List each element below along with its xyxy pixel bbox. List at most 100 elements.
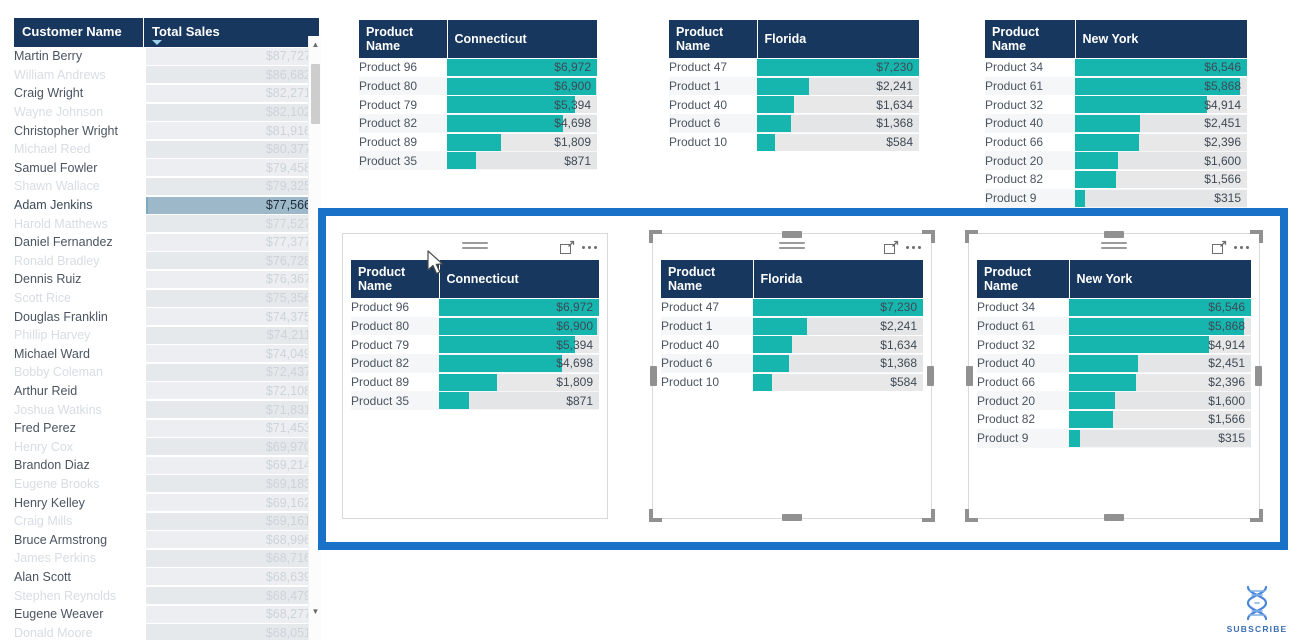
column-header-state[interactable]: Florida — [753, 260, 923, 298]
customer-row[interactable]: Phillip Harvey $74,211 — [14, 326, 319, 345]
customer-row[interactable]: Craig Wright $82,271 — [14, 84, 319, 103]
customer-row[interactable]: Donald Moore $68,051 — [14, 623, 319, 640]
table-row[interactable]: Product 20 $1,600 — [977, 391, 1251, 411]
table-row[interactable]: Product 79 $5,394 — [351, 335, 599, 354]
table-row[interactable]: Product 34 $6,546 — [977, 298, 1251, 317]
table-row[interactable]: Product 32 $4,914 — [977, 335, 1251, 354]
column-header-state[interactable]: Connecticut — [439, 260, 599, 298]
customer-row[interactable]: William Andrews $86,682 — [14, 66, 319, 85]
table-row[interactable]: Product 89 $1,809 — [351, 373, 599, 392]
resize-handle-top-center[interactable] — [1104, 231, 1124, 238]
table-row[interactable]: Product 40 $1,634 — [661, 335, 923, 354]
scroll-up-icon[interactable]: ▲ — [309, 38, 322, 51]
table-row[interactable]: Product 6 $1,368 — [669, 114, 919, 133]
table-row[interactable]: Product 61 $5,868 — [977, 316, 1251, 336]
table-row[interactable]: Product 1 $2,241 — [661, 316, 923, 336]
customer-row[interactable]: Joshua Watkins $71,831 — [14, 400, 319, 419]
table-row[interactable]: Product 96 $6,972 — [359, 58, 597, 77]
table-row[interactable]: Product 10 $584 — [669, 133, 919, 152]
customer-row[interactable]: Henry Kelley $69,162 — [14, 493, 319, 512]
table-row[interactable]: Product 47 $7,230 — [661, 298, 923, 317]
resize-handle-bottom-right[interactable] — [1250, 509, 1263, 522]
column-header-product-name[interactable]: Product Name — [359, 20, 448, 58]
customer-row[interactable]: Henry Cox $69,970 — [14, 437, 319, 456]
customer-row[interactable]: Stephen Reynolds $68,479 — [14, 586, 319, 605]
table-row[interactable]: Product 82 $1,566 — [977, 410, 1251, 429]
customer-row[interactable]: Craig Mills $69,161 — [14, 512, 319, 531]
table-row[interactable]: Product 40 $1,634 — [669, 95, 919, 114]
table-row[interactable]: Product 20 $1,600 — [985, 151, 1247, 171]
customer-row[interactable]: Harold Matthews $77,527 — [14, 214, 319, 233]
florida-visual-container[interactable]: Product Name Florida Product 47 $7,230 Pro… — [649, 230, 935, 522]
customer-row[interactable]: Douglas Franklin $74,375 — [14, 307, 319, 326]
visual-header[interactable] — [343, 234, 607, 260]
table-row[interactable]: Product 34 $6,546 — [985, 58, 1247, 77]
table-row[interactable]: Product 89 $1,809 — [359, 133, 597, 152]
customer-row[interactable]: James Perkins $68,716 — [14, 549, 319, 568]
customer-row[interactable]: Samuel Fowler $79,458 — [14, 159, 319, 178]
resize-handle-bottom-left[interactable] — [965, 509, 978, 522]
customer-row[interactable]: Wayne Johnson $82,102 — [14, 103, 319, 122]
newyork-table-visual-top[interactable]: Product Name New York Product 34 $6,546 Pr… — [985, 20, 1247, 208]
column-header-product-name[interactable]: Product Name — [351, 260, 440, 298]
table-row[interactable]: Product 35 $871 — [351, 391, 599, 411]
customer-row[interactable]: Bobby Coleman $72,437 — [14, 363, 319, 382]
customer-row[interactable]: Fred Perez $71,453 — [14, 419, 319, 438]
column-header-product-name[interactable]: Product Name — [661, 260, 754, 298]
table-row[interactable]: Product 82 $4,698 — [351, 354, 599, 373]
table-row[interactable]: Product 6 $1,368 — [661, 354, 923, 373]
column-header-total-sales[interactable]: Total Sales — [143, 18, 319, 47]
column-header-product-name[interactable]: Product Name — [669, 20, 758, 58]
table-row[interactable]: Product 80 $6,900 — [351, 316, 599, 336]
customer-row[interactable]: Shawn Wallace $79,325 — [14, 177, 319, 196]
table-row[interactable]: Product 96 $6,972 — [351, 298, 599, 317]
column-header-state[interactable]: New York — [1075, 20, 1247, 58]
table-row[interactable]: Product 32 $4,914 — [985, 95, 1247, 114]
customer-row[interactable]: Eugene Brooks $69,183 — [14, 475, 319, 494]
table-row[interactable]: Product 82 $4,698 — [359, 114, 597, 133]
table-row[interactable]: Product 40 $2,451 — [985, 114, 1247, 133]
customer-row[interactable]: Christopher Wright $81,916 — [14, 121, 319, 140]
resize-handle-bottom-center[interactable] — [1104, 514, 1124, 521]
focus-mode-icon[interactable] — [556, 236, 578, 258]
table-row[interactable]: Product 61 $5,868 — [985, 76, 1247, 96]
resize-handle-bottom-right[interactable] — [922, 509, 935, 522]
column-header-state[interactable]: Connecticut — [447, 20, 597, 58]
customer-row[interactable]: Eugene Weaver $68,277 — [14, 605, 319, 624]
more-options-icon[interactable] — [902, 236, 924, 258]
focus-mode-icon[interactable] — [880, 236, 902, 258]
scrollbar-thumb[interactable] — [311, 64, 320, 124]
customer-row[interactable]: Ronald Bradley $76,728 — [14, 252, 319, 271]
customer-row[interactable]: Daniel Fernandez $77,377 — [14, 233, 319, 252]
resize-handle-bottom-left[interactable] — [649, 509, 662, 522]
table-row[interactable]: Product 66 $2,396 — [977, 373, 1251, 392]
table-row[interactable]: Product 9 $315 — [977, 428, 1251, 448]
connecticut-table-visual-top[interactable]: Product Name Connecticut Product 96 $6,97… — [359, 20, 597, 171]
focus-mode-icon[interactable] — [1208, 236, 1230, 258]
table-row[interactable]: Product 47 $7,230 — [669, 58, 919, 77]
drag-handle-icon[interactable] — [1101, 242, 1127, 250]
newyork-visual-container[interactable]: Product Name New York Product 34 $6,546 Pr… — [965, 230, 1263, 522]
customer-row[interactable]: Arthur Reid $72,108 — [14, 382, 319, 401]
resize-handle-middle-left[interactable] — [966, 366, 973, 386]
florida-table-visual-top[interactable]: Product Name Florida Product 47 $7,230 Pro… — [669, 20, 919, 152]
table-row[interactable]: Product 80 $6,900 — [359, 76, 597, 96]
drag-handle-icon[interactable] — [779, 242, 805, 250]
column-header-product-name[interactable]: Product Name — [977, 260, 1070, 298]
customer-row[interactable]: Michael Ward $74,049 — [14, 345, 319, 364]
table-row[interactable]: Product 82 $1,566 — [985, 170, 1247, 189]
resize-handle-middle-right[interactable] — [1255, 366, 1262, 386]
customer-row-selected[interactable]: Adam Jenkins $77,566 — [14, 196, 319, 215]
more-options-icon[interactable] — [578, 236, 600, 258]
table-row[interactable]: Product 1 $2,241 — [669, 76, 919, 96]
customer-row[interactable]: Bruce Armstrong $68,996 — [14, 530, 319, 549]
customer-sales-table-visual[interactable]: Customer Name Total Sales Martin Berry $8… — [14, 18, 322, 640]
table-row[interactable]: Product 66 $2,396 — [985, 133, 1247, 152]
column-header-customer-name[interactable]: Customer Name — [14, 18, 145, 47]
customer-row[interactable]: Scott Rice $75,356 — [14, 289, 319, 308]
customer-row[interactable]: Brandon Diaz $69,214 — [14, 456, 319, 475]
table-row[interactable]: Product 40 $2,451 — [977, 354, 1251, 373]
connecticut-visual-container[interactable]: Product Name Connecticut Product 96 $6,97… — [342, 233, 608, 519]
resize-handle-middle-left[interactable] — [650, 366, 657, 386]
column-header-product-name[interactable]: Product Name — [985, 20, 1076, 58]
